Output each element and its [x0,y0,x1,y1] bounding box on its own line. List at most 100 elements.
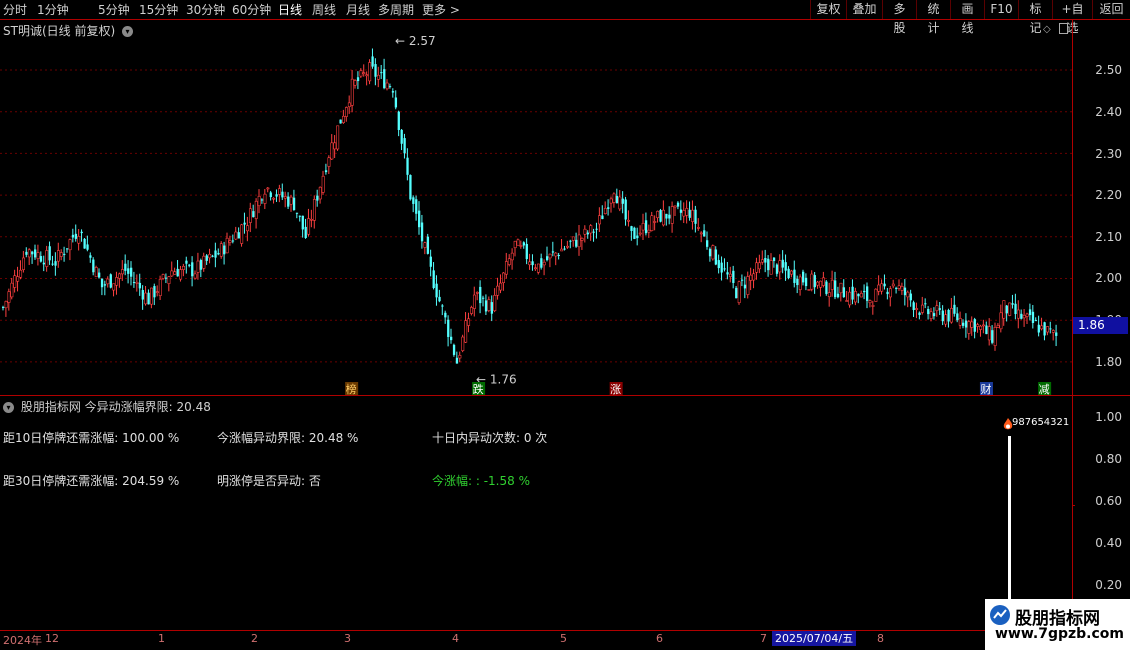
signal-label: 财 [980,382,991,396]
candle-body [298,215,302,217]
candle-body [188,264,191,266]
candle-body [19,269,23,278]
candle-body [589,225,593,234]
candle-body [150,287,153,305]
candle-body [830,279,834,290]
candle-body [871,305,875,307]
candle-body [39,256,43,262]
panel-toggle-icon[interactable] [1059,23,1068,34]
period-tab-30min[interactable]: 30分钟 [186,1,225,18]
candle-body [217,253,220,255]
candle-body [863,290,866,293]
candle-body [888,288,892,298]
candle-body [412,197,415,204]
candle-body [13,275,17,288]
candle-body [636,235,639,239]
candle-body [167,276,171,284]
candle-body [490,302,494,314]
candle-body [886,291,889,295]
candle-body [755,262,759,273]
period-tab-multi[interactable]: 多周期 [378,1,414,18]
suspend10-text: 距10日停牌还需涨幅: 100.00 % [3,431,180,445]
candle-body [810,273,814,290]
candle-body [772,257,776,262]
candle-body [403,138,406,154]
candle-body [475,292,479,294]
candle-body [464,320,468,343]
candle-body [312,199,316,221]
candle-body [202,255,206,269]
candle-body [877,284,881,292]
candle-body [958,318,962,326]
candle-body [868,300,872,304]
candle-body [752,273,756,281]
candle-body [83,238,86,249]
back-button[interactable]: 返回 [1092,0,1130,19]
candle-body [728,273,732,277]
overlay-button[interactable]: 叠加 [846,0,882,19]
candle-body [706,240,709,247]
candle-body [333,142,337,150]
period-tab-monthly[interactable]: 月线 [346,1,370,18]
candle-body [45,250,49,267]
candle-body [243,222,246,225]
candle-body [787,268,790,279]
period-tab-60min[interactable]: 60分钟 [232,1,271,18]
candle-body [228,240,232,243]
period-tab-15min[interactable]: 15分钟 [139,1,178,18]
candle-body [638,232,642,235]
adjust-button[interactable]: 复权 [810,0,846,19]
multi-stock-button[interactable]: 多股 [882,0,916,35]
candle-body [100,278,104,288]
candle-body [976,324,980,327]
candle-body [103,284,107,286]
period-tab-weekly[interactable]: 周线 [312,1,336,18]
add-watchlist-button[interactable]: +自选 [1052,0,1092,35]
period-tab-more[interactable]: 更多 > [422,1,460,18]
candle-body [802,271,805,283]
candle-body [420,222,424,242]
chevron-down-icon[interactable]: ▾ [3,402,14,413]
candle-body [510,252,514,261]
period-tab-5min[interactable]: 5分钟 [98,1,130,18]
candle-body [472,294,476,309]
signal-label: 跌 [473,382,484,396]
candle-body [906,291,910,298]
candle-body [758,262,761,270]
period-tab-daily[interactable]: 日线 [278,1,302,18]
candle-body [999,312,1003,330]
candle-body [118,273,121,279]
today-change-text: 今涨幅: : -1.58 % [432,474,530,488]
period-tab-1min[interactable]: 1分钟 [37,1,69,18]
candle-body [688,209,691,218]
candle-body [522,242,526,246]
candle-body [569,240,572,242]
candle-body [929,311,933,319]
candle-body [344,107,348,117]
candle-body [252,211,255,218]
candle-body [575,239,578,247]
candle-body [321,175,325,193]
candle-body [848,291,852,306]
candle-body [897,285,901,289]
candle-body [548,253,552,259]
diamond-icon[interactable]: ◇ [1043,24,1051,35]
mark-button[interactable]: 标记 [1018,0,1052,35]
candle-body [68,239,72,251]
period-tab-fenshi[interactable]: 分时 [3,1,27,18]
candle-body [94,267,98,278]
candle-body [554,252,558,257]
candle-body [10,282,14,298]
candle-body [415,199,418,214]
signal-label: 榜 [346,382,357,396]
candle-body [1037,324,1040,333]
watermark-logo: 股朋指标网 www.7gpzb.com [985,599,1130,650]
candle-body [339,119,342,124]
draw-button[interactable]: 画线 [950,0,984,35]
candle-body [962,322,965,326]
date-tick: 5 [560,632,567,645]
f10-button[interactable]: F10 [984,0,1018,19]
stats-button[interactable]: 统计 [916,0,950,35]
candle-body [461,336,465,351]
candle-body [432,270,435,289]
